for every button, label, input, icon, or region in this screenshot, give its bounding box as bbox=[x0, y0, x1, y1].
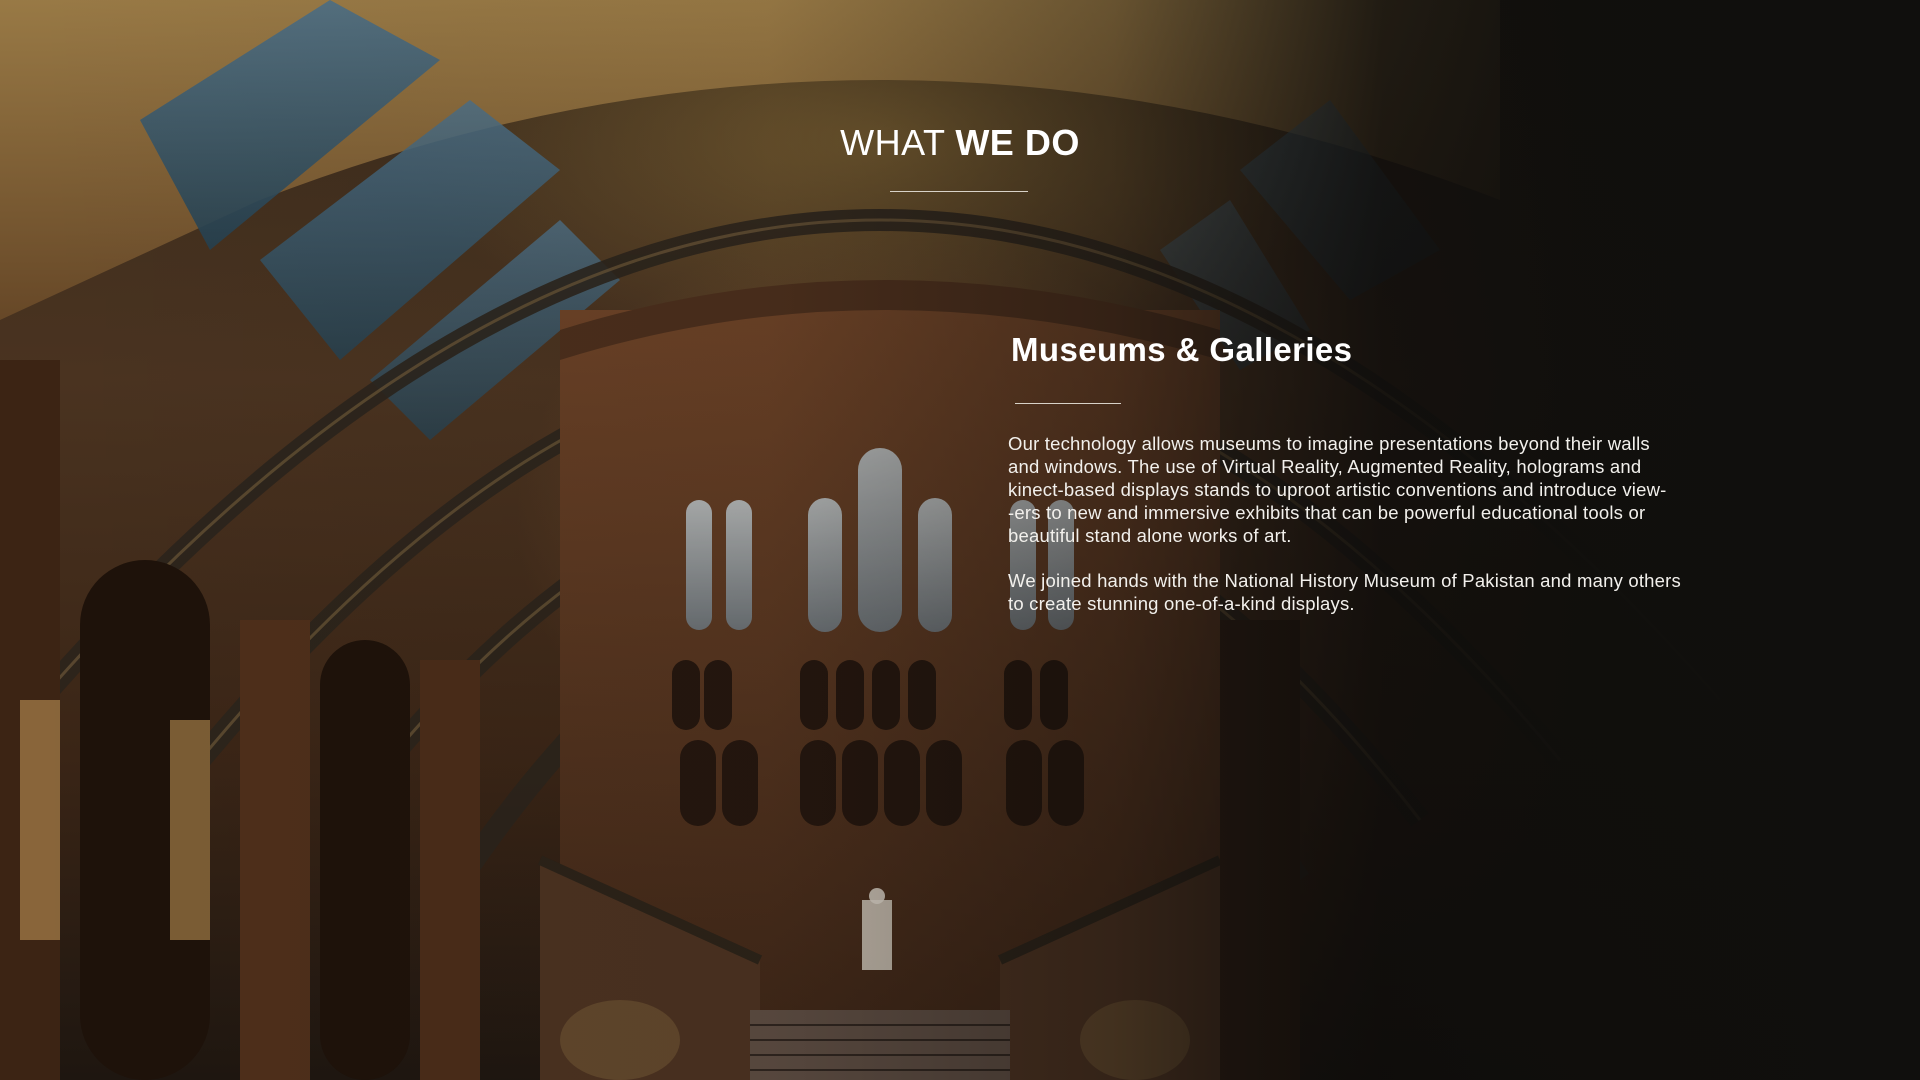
hero-section: WHAT WE DO Museums & Galleries Our techn… bbox=[0, 0, 1920, 1080]
subsection-divider bbox=[1015, 403, 1121, 404]
paragraph-line: We joined hands with the National Histor… bbox=[1008, 570, 1681, 591]
heading-bold-text: WE DO bbox=[955, 122, 1080, 163]
paragraph-line: to create stunning one-of-a-kind display… bbox=[1008, 593, 1355, 614]
heading-divider bbox=[890, 191, 1028, 192]
heading-light-text: WHAT bbox=[840, 122, 956, 163]
paragraph-line: -ers to new and immersive exhibits that … bbox=[1008, 502, 1646, 523]
description-paragraph-2: We joined hands with the National Histor… bbox=[1008, 569, 1728, 615]
description-text: Our technology allows museums to imagine… bbox=[1008, 432, 1728, 637]
paragraph-line: and windows. The use of Virtual Reality,… bbox=[1008, 456, 1642, 477]
paragraph-line: kinect-based displays stands to uproot a… bbox=[1008, 479, 1667, 500]
section-heading: WHAT WE DO bbox=[0, 122, 1920, 164]
subsection-title: Museums & Galleries bbox=[1011, 331, 1353, 368]
paragraph-line: beautiful stand alone works of art. bbox=[1008, 525, 1292, 546]
paragraph-line: Our technology allows museums to imagine… bbox=[1008, 433, 1650, 454]
description-paragraph-1: Our technology allows museums to imagine… bbox=[1008, 432, 1728, 547]
